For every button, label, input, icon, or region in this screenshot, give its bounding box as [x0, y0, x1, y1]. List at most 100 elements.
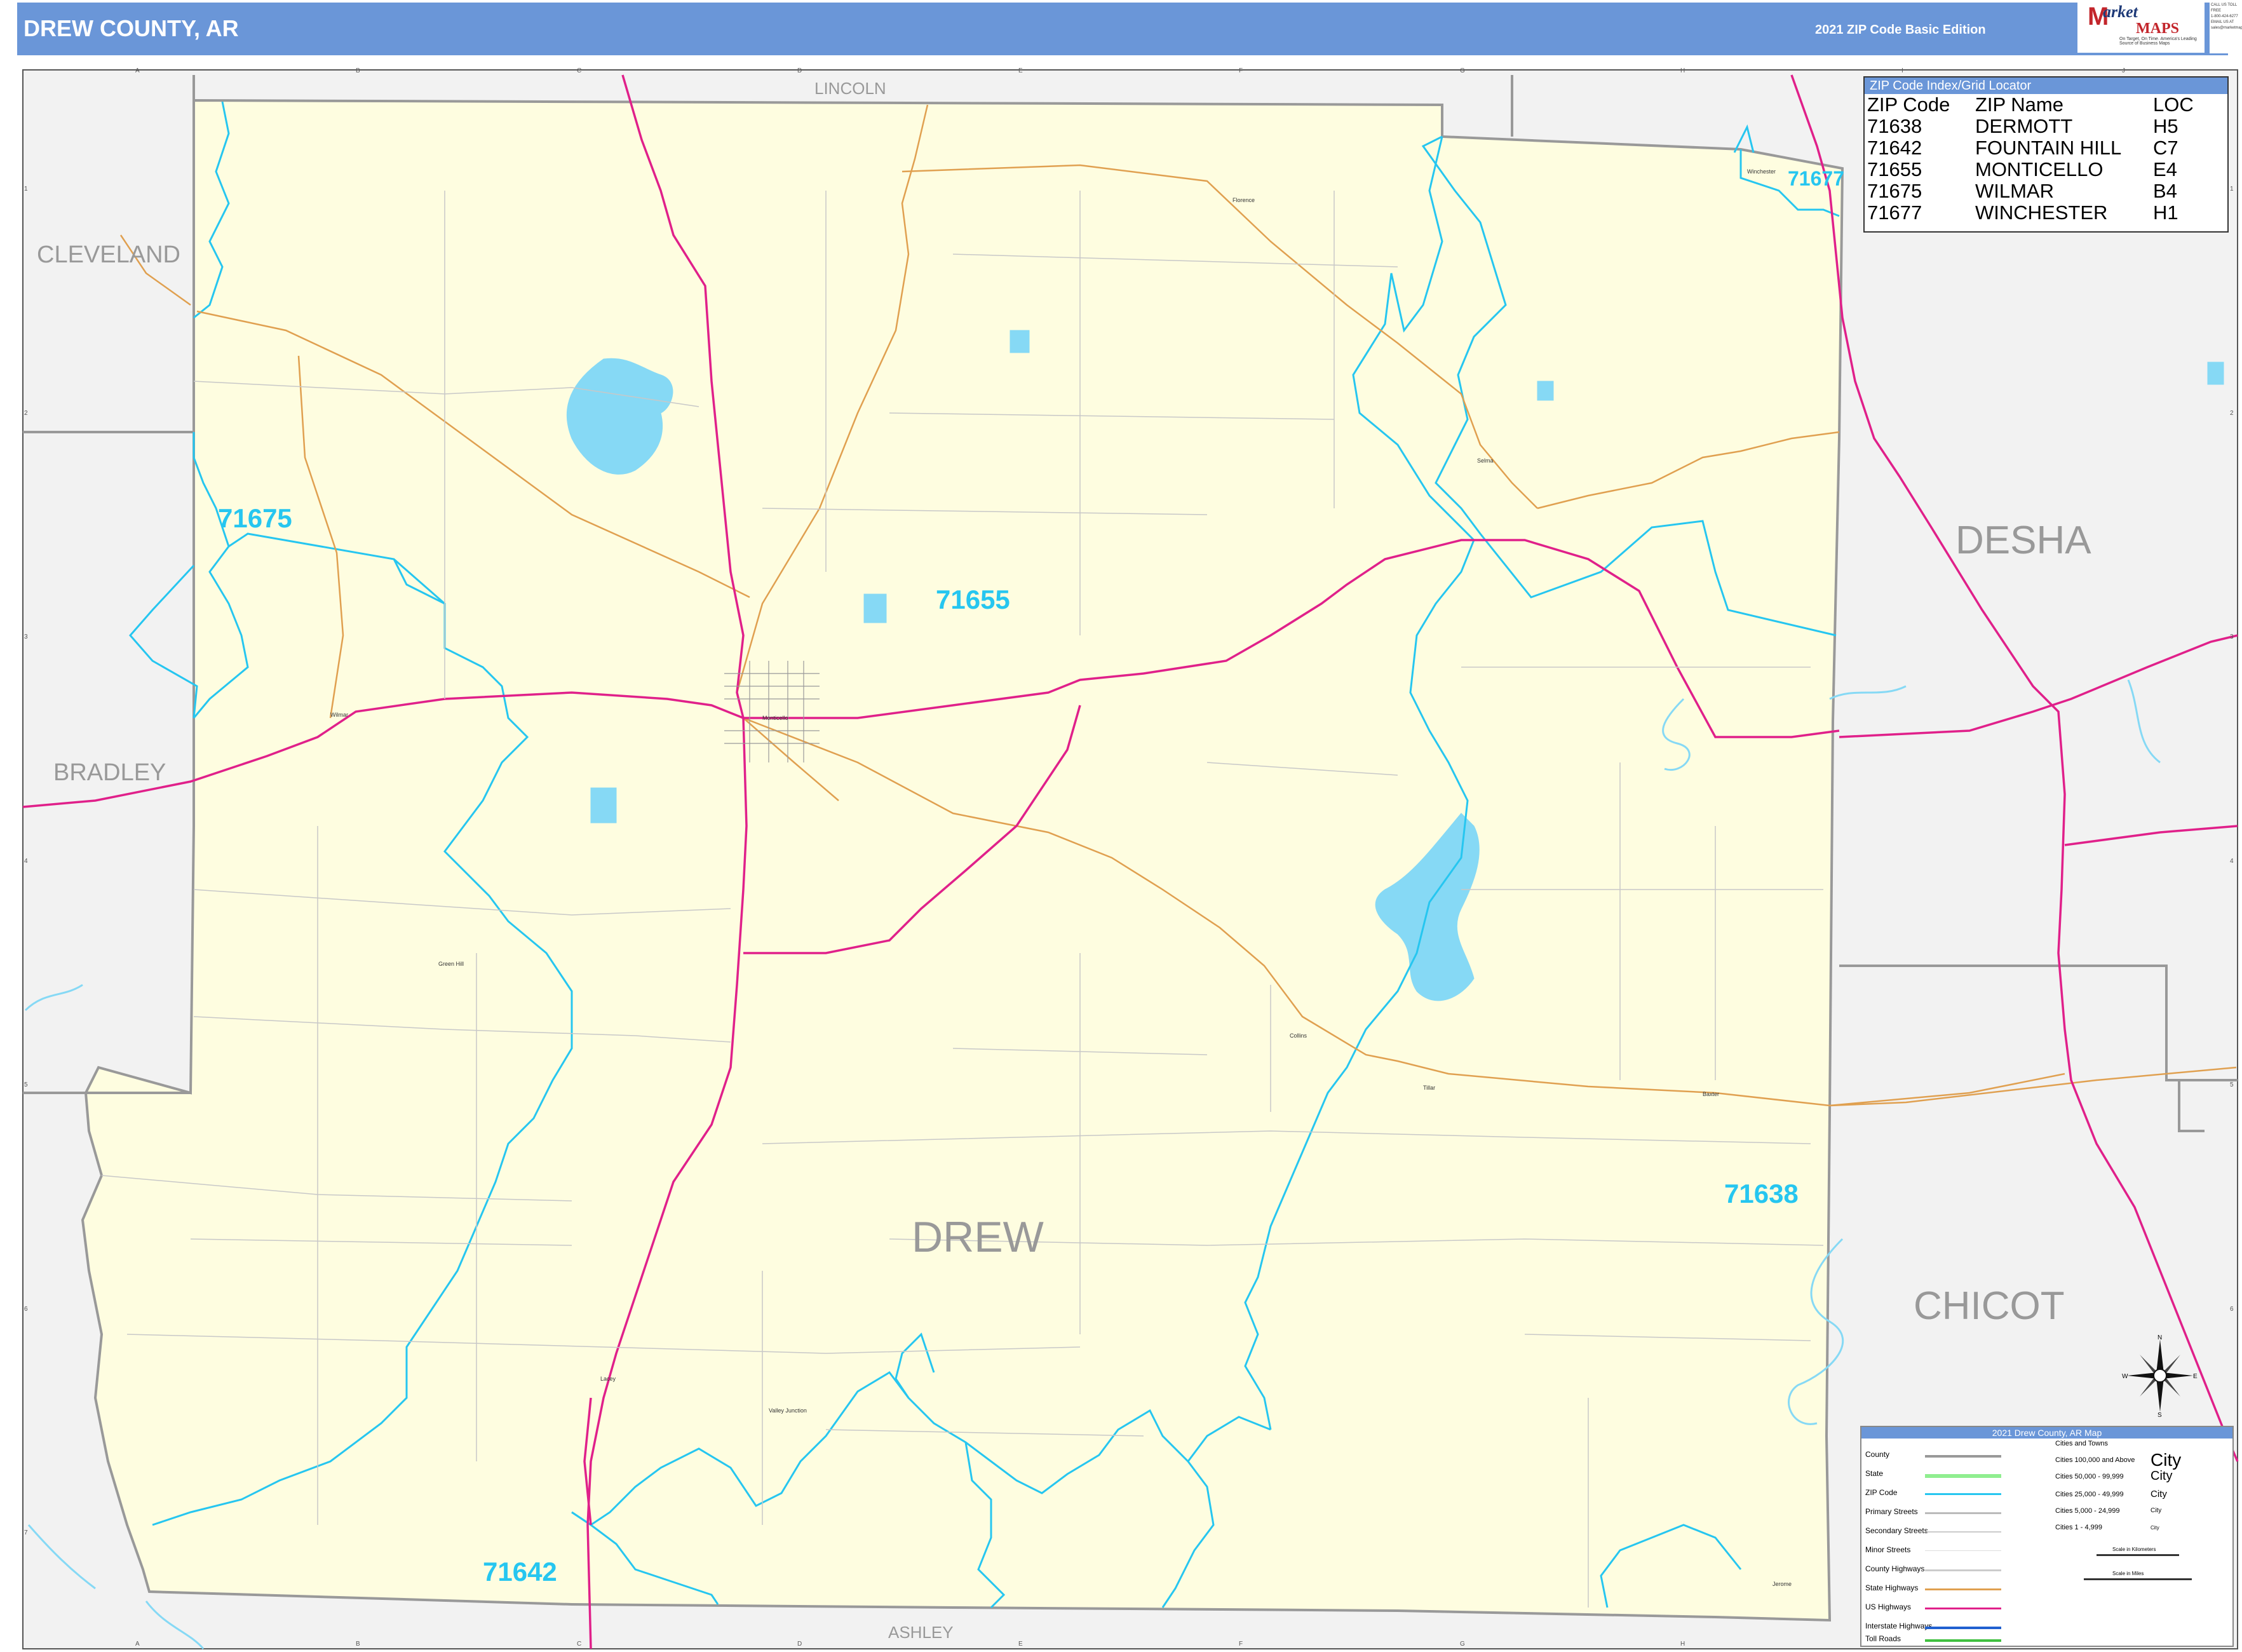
- county-area: [81, 98, 1844, 1622]
- town-label: Baxter: [1703, 1091, 1720, 1097]
- scale-km-label: Scale in Kilometers: [2112, 1547, 2156, 1552]
- zip-loc-cell: C7: [2153, 137, 2178, 159]
- zip-label[interactable]: 71642: [483, 1557, 557, 1587]
- legend-swatch: [1925, 1455, 2001, 1458]
- scale-mi-bar: [2084, 1578, 2192, 1580]
- town-label: Jerome: [1773, 1581, 1792, 1587]
- map-legend: 2021 Drew County, AR Map County State ZI…: [1860, 1426, 2234, 1647]
- county-map[interactable]: [0, 0, 2242, 1652]
- legend-city-sample: City: [2151, 1525, 2159, 1531]
- legend-swatch: [1925, 1569, 2001, 1571]
- zip-name-cell: WILMAR: [1975, 180, 2054, 202]
- zip-loc-cell: E4: [2153, 158, 2177, 180]
- legend-item-label: County: [1865, 1450, 1890, 1459]
- zip-index-caption: ZIP Code Index/Grid Locator: [1865, 78, 2227, 94]
- neighbor-county-label: LINCOLN: [814, 79, 886, 98]
- legend-swatch: [1925, 1639, 2001, 1642]
- zip-code-cell: 71675: [1867, 180, 1922, 202]
- table-row[interactable]: 71655 MONTICELLO E4: [1867, 159, 2200, 180]
- legend-city-label: Cities 50,000 - 99,999: [2055, 1473, 2124, 1480]
- grid-row-label: 4: [24, 858, 28, 865]
- grid-row-label: 1: [2230, 186, 2234, 193]
- legend-cities-title: Cities and Towns: [2055, 1440, 2108, 1447]
- zip-label[interactable]: 71677: [1788, 167, 1844, 191]
- town-label: Winchester: [1747, 168, 1776, 175]
- zip-name-cell: FOUNTAIN HILL: [1975, 137, 2122, 159]
- grid-col-label: G: [1460, 67, 1465, 74]
- legend-item-label: Minor Streets: [1865, 1545, 1911, 1554]
- compass-e: E: [2193, 1373, 2198, 1380]
- neighbor-county-label: BRADLEY: [53, 759, 166, 786]
- zip-code-index: ZIP Code Index/Grid Locator ZIP Code ZIP…: [1863, 76, 2229, 233]
- zip-label[interactable]: 71675: [218, 503, 292, 534]
- grid-col-label: B: [356, 67, 360, 74]
- grid-row-label: 6: [2230, 1306, 2234, 1313]
- zip-name-cell: MONTICELLO: [1975, 158, 2104, 180]
- legend-item-label: State Highways: [1865, 1583, 1919, 1592]
- town-label: Green Hill: [438, 961, 464, 967]
- legend-item-label: County Highways: [1865, 1564, 1925, 1573]
- town-label: Florence: [1232, 197, 1255, 203]
- legend-swatch: [1925, 1493, 2001, 1495]
- legend-city-label: Cities 25,000 - 49,999: [2055, 1491, 2124, 1498]
- grid-row-label: 7: [24, 1529, 28, 1536]
- legend-item-label: US Highways: [1865, 1602, 1912, 1611]
- legend-city-sample: City: [2151, 1450, 2182, 1470]
- zip-code-cell: 71642: [1867, 137, 1922, 159]
- grid-col-label: D: [797, 1641, 802, 1648]
- grid-row-label: 2: [2230, 410, 2234, 417]
- grid-col-label: D: [797, 67, 802, 74]
- grid-col-label: C: [577, 67, 582, 74]
- grid-col-label: F: [1239, 1641, 1243, 1648]
- neighbor-county-label: CLEVELAND: [37, 241, 180, 268]
- grid-col-label: G: [1460, 1641, 1465, 1648]
- grid-row-label: 5: [24, 1081, 28, 1088]
- table-row[interactable]: 71675 WILMAR B4: [1867, 180, 2200, 202]
- legend-swatch: [1925, 1474, 2001, 1478]
- county-label: DREW: [912, 1213, 1044, 1261]
- zip-label[interactable]: 71655: [936, 585, 1010, 615]
- zip-loc-cell: B4: [2153, 180, 2177, 202]
- neighbor-county-label: DESHA: [1955, 518, 2091, 562]
- grid-row-label: 2: [24, 410, 28, 417]
- grid-col-label: C: [577, 1641, 582, 1648]
- zip-name-cell: WINCHESTER: [1975, 201, 2108, 224]
- zip-index-header-row: ZIP Code ZIP Name LOC: [1867, 94, 2200, 116]
- table-row[interactable]: 71677 WINCHESTER H1: [1867, 202, 2200, 224]
- grid-row-label: 3: [2230, 633, 2234, 640]
- compass-n: N: [2158, 1334, 2162, 1341]
- grid-col-label: F: [1239, 67, 1243, 74]
- scale-mi-label: Scale in Miles: [2112, 1571, 2144, 1576]
- scale-km-bar: [2097, 1554, 2179, 1556]
- zip-label[interactable]: 71638: [1724, 1179, 1799, 1209]
- grid-col-label: I: [1901, 67, 1903, 74]
- grid-row-label: 4: [2230, 858, 2234, 865]
- legend-item-label: Toll Roads: [1865, 1634, 1901, 1643]
- zip-index-table: ZIP Code ZIP Name LOC 71638 DERMOTT H5 7…: [1867, 94, 2200, 224]
- compass-s: S: [2158, 1412, 2162, 1417]
- grid-row-label: 1: [24, 186, 28, 193]
- town-label: Selma: [1477, 457, 1494, 464]
- legend-city-sample: City: [2151, 1469, 2173, 1483]
- legend-swatch: [1925, 1627, 2001, 1629]
- legend-swatch: [1925, 1531, 2001, 1533]
- town-label: Lacey: [600, 1376, 616, 1382]
- legend-city-label: Cities 1 - 4,999: [2055, 1524, 2102, 1531]
- grid-col-label: A: [135, 67, 140, 74]
- town-label: Tillar: [1423, 1085, 1436, 1091]
- grid-col-label: E: [1018, 1641, 1023, 1648]
- grid-col-label: B: [356, 1641, 360, 1648]
- grid-row-label: 6: [24, 1306, 28, 1313]
- legend-swatch: [1925, 1512, 2001, 1514]
- table-row[interactable]: 71638 DERMOTT H5: [1867, 116, 2200, 137]
- zip-loc-cell: H1: [2153, 201, 2178, 224]
- neighbor-county-label: ASHLEY: [888, 1623, 954, 1642]
- legend-item-label: ZIP Code: [1865, 1488, 1898, 1497]
- legend-swatch: [1925, 1608, 2001, 1609]
- table-row[interactable]: 71642 FOUNTAIN HILL C7: [1867, 137, 2200, 159]
- legend-item-label: Secondary Streets: [1865, 1526, 1928, 1535]
- legend-title: 2021 Drew County, AR Map: [1861, 1427, 2232, 1439]
- legend-city-sample: City: [2151, 1489, 2167, 1500]
- legend-swatch: [1925, 1588, 2001, 1590]
- zip-code-cell: 71655: [1867, 158, 1922, 180]
